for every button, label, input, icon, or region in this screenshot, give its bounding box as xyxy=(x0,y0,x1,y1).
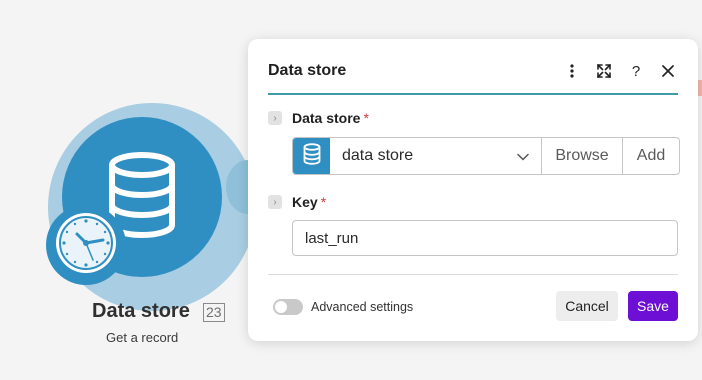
close-icon[interactable] xyxy=(656,60,680,82)
required-mark: * xyxy=(363,110,369,126)
data-store-expand-toggle[interactable]: › xyxy=(268,111,282,125)
browse-button[interactable]: Browse xyxy=(541,138,622,174)
advanced-settings-label: Advanced settings xyxy=(311,300,414,314)
schedule-trigger[interactable] xyxy=(46,205,126,285)
data-store-module[interactable]: Data store 23 Get a record xyxy=(0,0,270,380)
panel-header: Data store ? xyxy=(268,57,678,95)
help-icon[interactable]: ? xyxy=(624,60,648,82)
cancel-button[interactable]: Cancel xyxy=(556,291,618,321)
save-button[interactable]: Save xyxy=(628,291,678,321)
key-expand-toggle[interactable]: › xyxy=(268,195,282,209)
data-store-label-text: Data store xyxy=(292,110,361,126)
data-store-select-group: data store Browse Add xyxy=(292,137,680,175)
module-settings-panel: Data store ? › Data store * data store B… xyxy=(248,39,698,341)
panel-title: Data store xyxy=(268,62,347,79)
key-label-text: Key xyxy=(292,194,318,210)
required-mark: * xyxy=(320,194,327,210)
data-store-select[interactable]: data store xyxy=(330,138,541,174)
data-store-type-badge xyxy=(293,138,330,174)
add-button[interactable]: Add xyxy=(622,138,679,174)
clock-icon xyxy=(53,210,119,281)
chevron-down-icon xyxy=(517,148,529,166)
chevron-right-icon: › xyxy=(273,112,277,124)
key-input[interactable]: last_run xyxy=(292,220,678,256)
data-store-select-value: data store xyxy=(342,147,414,164)
panel-header-actions: ? xyxy=(560,60,680,82)
chevron-right-icon: › xyxy=(273,196,277,208)
module-title: Data store xyxy=(92,300,190,322)
database-icon xyxy=(303,142,321,170)
footer-divider xyxy=(268,274,678,275)
data-store-label: Data store * xyxy=(292,110,369,126)
module-subtitle: Get a record xyxy=(106,330,179,345)
module-id-badge: 23 xyxy=(203,303,225,322)
expand-icon[interactable] xyxy=(592,60,616,82)
advanced-settings-toggle[interactable] xyxy=(273,299,303,315)
more-vertical-icon[interactable] xyxy=(560,60,584,82)
key-label: Key * xyxy=(292,194,326,210)
toggle-knob xyxy=(275,301,287,313)
